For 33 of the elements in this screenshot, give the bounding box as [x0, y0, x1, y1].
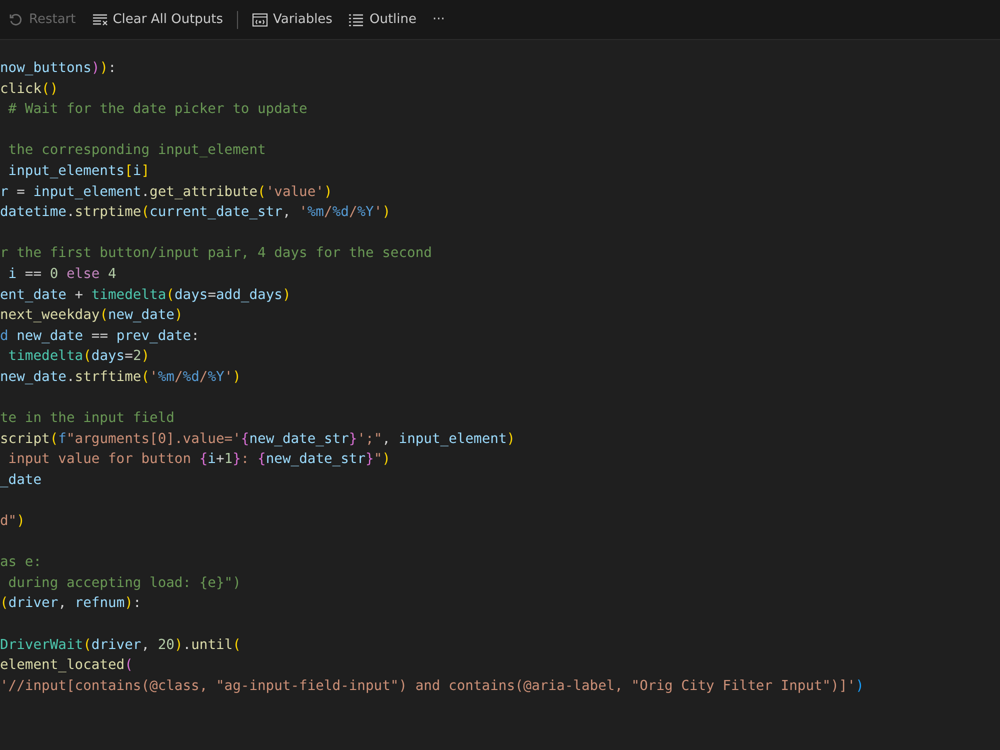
code-line: input_elements[i] [7, 162, 151, 181]
code-line: datetime.strptime(current_date_str, '%m/%d/%Y') [0, 203, 392, 222]
code-line: r the first button/input pair, 4 days for the second [0, 244, 433, 264]
code-line: te in the input field [0, 409, 176, 428]
code-line: i == 0 else 4 [7, 264, 118, 284]
code-line: input value for button {i+1}: {new_date_str}") [7, 450, 392, 470]
code-line: d") [0, 512, 26, 532]
code-line: _date [0, 470, 43, 490]
clear-outputs-icon [92, 12, 108, 28]
code-line: now_buttons)): [0, 59, 118, 78]
code-line: # Wait for the date picker to update [7, 100, 308, 120]
code-line: as e: [0, 553, 43, 572]
more-button[interactable]: ··· [426, 9, 451, 30]
code-line: r = input_element.get_attribute('value') [0, 182, 334, 202]
code-line: DriverWait(driver, 20).until( [0, 636, 242, 655]
code-line: new_date.strftime('%m/%d/%Y') [0, 368, 242, 387]
code-line: during accepting load: {e}") [7, 574, 242, 593]
code-line: d new_date == prev_date: [0, 326, 200, 346]
code-line: ent_date + timedelta(days=add_days) [0, 286, 292, 305]
clear-button[interactable]: Clear All Outputs [86, 8, 230, 30]
code-line: next_weekday(new_date) [0, 306, 184, 326]
code-line: timedelta(days=2) [7, 347, 151, 366]
code-line: script(f"arguments[0].value='{new_date_str}';", input_element) [0, 430, 516, 449]
outline-icon [348, 12, 364, 28]
restart-icon [8, 12, 24, 28]
code-line: click() [0, 80, 60, 99]
outline-button[interactable]: Outline [342, 8, 422, 30]
code-line: (driver, refnum): [0, 594, 142, 614]
variables-button[interactable]: Variables [246, 8, 338, 30]
code-line: element_located( [0, 656, 134, 676]
variables-icon [252, 12, 268, 28]
code-line: the corresponding input_element [7, 141, 267, 160]
code-line: '//input[contains(@class, "ag-input-field-input") and contains(@aria-label, "Orig City Filter Input")]') [0, 676, 865, 696]
